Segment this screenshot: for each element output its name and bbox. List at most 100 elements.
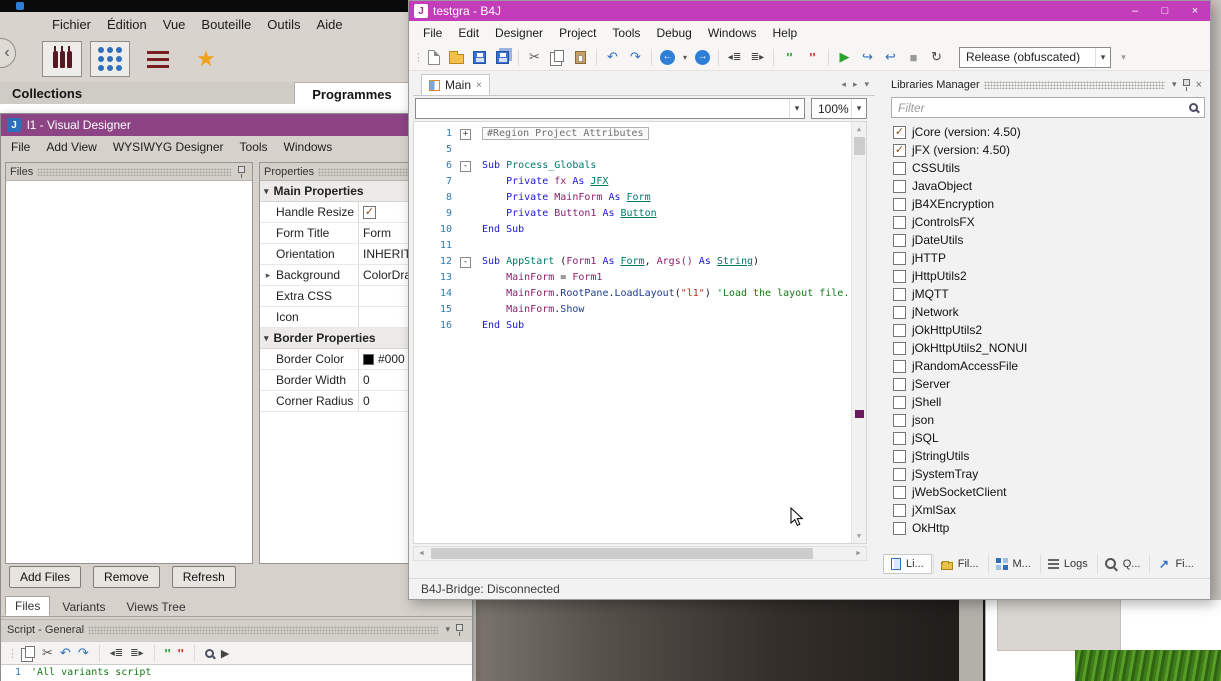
library-checkbox[interactable]	[893, 342, 906, 355]
dock-tab-quick[interactable]: Q...	[1097, 554, 1149, 574]
expander-icon[interactable]: ▸	[260, 270, 276, 281]
save-button[interactable]	[469, 47, 490, 68]
step-over-button[interactable]: ↩	[880, 47, 901, 68]
back-menu-aide[interactable]: Aide	[309, 15, 351, 34]
code-line[interactable]: 1+#Region Project Attributes	[414, 126, 850, 142]
library-checkbox[interactable]: ✓	[893, 126, 906, 139]
scroll-down-icon[interactable]: ▼	[852, 529, 866, 543]
scroll-right-icon[interactable]: ►	[851, 550, 866, 557]
code-line[interactable]: 16End Sub	[414, 318, 850, 334]
tab-main[interactable]: Main ×	[421, 74, 490, 95]
code-editor[interactable]: 1+#Region Project Attributes56-Sub Proce…	[413, 121, 867, 544]
maximize-button[interactable]: □	[1150, 1, 1180, 21]
library-checkbox[interactable]	[893, 396, 906, 409]
library-checkbox[interactable]	[893, 198, 906, 211]
indent-icon[interactable]: ≣▸	[130, 648, 143, 659]
library-checkbox[interactable]	[893, 432, 906, 445]
library-item[interactable]: json	[891, 411, 1209, 429]
code-line[interactable]: 6-Sub Process_Globals	[414, 158, 850, 174]
library-checkbox[interactable]	[893, 162, 906, 175]
library-checkbox[interactable]	[893, 360, 906, 373]
minimize-button[interactable]: –	[1120, 1, 1150, 21]
favorites-button[interactable]: ★	[186, 41, 226, 77]
comment-button[interactable]: ''	[779, 47, 800, 68]
sub-navigator-select[interactable]: ▾	[415, 98, 805, 119]
designer-menu-windows[interactable]: Windows	[276, 137, 341, 157]
library-item[interactable]: jXmlSax	[891, 501, 1209, 519]
designer-menu-wysiwyg-designer[interactable]: WYSIWYG Designer	[105, 137, 232, 157]
fold-toggle-icon[interactable]: -	[460, 257, 471, 268]
close-button[interactable]: ×	[1180, 1, 1210, 21]
add-files-button[interactable]: Add Files	[9, 566, 81, 588]
back-menu-dition[interactable]: Édition	[99, 15, 155, 34]
code-line[interactable]: 15 MainForm.Show	[414, 302, 850, 318]
library-item[interactable]: jHTTP	[891, 249, 1209, 267]
fold-toggle-icon[interactable]: +	[460, 129, 471, 140]
undo-icon[interactable]: ↶	[60, 645, 71, 661]
redo-button[interactable]: ↷	[625, 47, 646, 68]
property-checkbox[interactable]: ✓	[363, 206, 376, 219]
library-item[interactable]: jServer	[891, 375, 1209, 393]
library-item[interactable]: ✓jCore (version: 4.50)	[891, 123, 1209, 141]
ide-menu-edit[interactable]: Edit	[450, 23, 487, 43]
library-checkbox[interactable]	[893, 270, 906, 283]
tab-scroll-left-icon[interactable]: ◂	[841, 79, 846, 90]
collapse-icon[interactable]: ▾	[1169, 79, 1180, 90]
ide-menu-project[interactable]: Project	[551, 23, 604, 43]
designer-menu-file[interactable]: File	[3, 137, 38, 157]
library-checkbox[interactable]	[893, 450, 906, 463]
scroll-left-icon[interactable]: ◄	[414, 550, 429, 557]
libraries-manager-header[interactable]: Libraries Manager ▾ ×	[887, 75, 1209, 94]
code-line[interactable]: 12-Sub AppStart (Form1 As Form, Args() A…	[414, 254, 850, 270]
library-item[interactable]: jControlsFX	[891, 213, 1209, 231]
collapse-icon[interactable]: ▾	[442, 624, 453, 635]
tab-list-icon[interactable]: ▾	[864, 79, 869, 90]
ide-menu-help[interactable]: Help	[765, 23, 806, 43]
copy-button[interactable]	[547, 47, 568, 68]
code-line[interactable]: 9 Private Button1 As Button	[414, 206, 850, 222]
library-checkbox[interactable]	[893, 468, 906, 481]
library-item[interactable]: jSystemTray	[891, 465, 1209, 483]
designer-titlebar[interactable]: J l1 - Visual Designer	[1, 114, 472, 136]
pin-icon[interactable]	[238, 166, 245, 173]
designer-tab-views-tree[interactable]: Views Tree	[117, 598, 194, 616]
library-checkbox[interactable]	[893, 180, 906, 193]
library-checkbox[interactable]	[893, 486, 906, 499]
library-checkbox[interactable]	[893, 414, 906, 427]
tab-close-icon[interactable]: ×	[476, 80, 482, 91]
copy-icon[interactable]	[25, 646, 35, 658]
editor-horizontal-scrollbar[interactable]: ◄ ►	[413, 546, 867, 561]
back-history-dropdown[interactable]: ▾	[680, 47, 690, 68]
library-item[interactable]: jShell	[891, 393, 1209, 411]
library-item[interactable]: jB4XEncryption	[891, 195, 1209, 213]
new-button[interactable]	[423, 47, 444, 68]
dock-tab-files[interactable]: Fil...	[933, 554, 987, 574]
library-filter-input[interactable]: Filter	[891, 97, 1205, 118]
indent-button[interactable]: ≣▸	[747, 47, 768, 68]
library-item[interactable]: ✓jFX (version: 4.50)	[891, 141, 1209, 159]
close-pane-icon[interactable]: ×	[1193, 79, 1205, 91]
library-checkbox[interactable]	[893, 504, 906, 517]
toolbar-overflow-button[interactable]: ▾	[1113, 47, 1134, 68]
designer-menu-tools[interactable]: Tools	[232, 137, 276, 157]
code-line[interactable]: 8 Private MainForm As Form	[414, 190, 850, 206]
library-checkbox[interactable]	[893, 324, 906, 337]
dock-tab-libraries[interactable]: Li...	[883, 554, 932, 574]
library-item[interactable]: jWebSocketClient	[891, 483, 1209, 501]
fold-toggle-icon[interactable]: -	[460, 161, 471, 172]
code-line[interactable]: 14 MainForm.RootPane.LoadLayout("l1") 'L…	[414, 286, 850, 302]
tab-scroll-right-icon[interactable]: ▸	[853, 79, 858, 90]
restart-button[interactable]: ↻	[926, 47, 947, 68]
navigate-forward-button[interactable]: →	[692, 47, 713, 68]
library-item[interactable]: jNetwork	[891, 303, 1209, 321]
library-checkbox[interactable]	[893, 522, 906, 535]
script-editor[interactable]: 1 'All variants script	[1, 665, 472, 681]
run-script-icon[interactable]: ▶	[221, 647, 229, 660]
library-checkbox[interactable]: ✓	[893, 144, 906, 157]
back-menu-outils[interactable]: Outils	[259, 15, 308, 34]
uncomment-icon[interactable]: ''	[178, 646, 184, 661]
library-item[interactable]: jOkHttpUtils2	[891, 321, 1209, 339]
navigate-back-button[interactable]: ←	[657, 47, 678, 68]
designer-tab-files[interactable]: Files	[5, 596, 50, 616]
grid-view-button[interactable]	[90, 41, 130, 77]
